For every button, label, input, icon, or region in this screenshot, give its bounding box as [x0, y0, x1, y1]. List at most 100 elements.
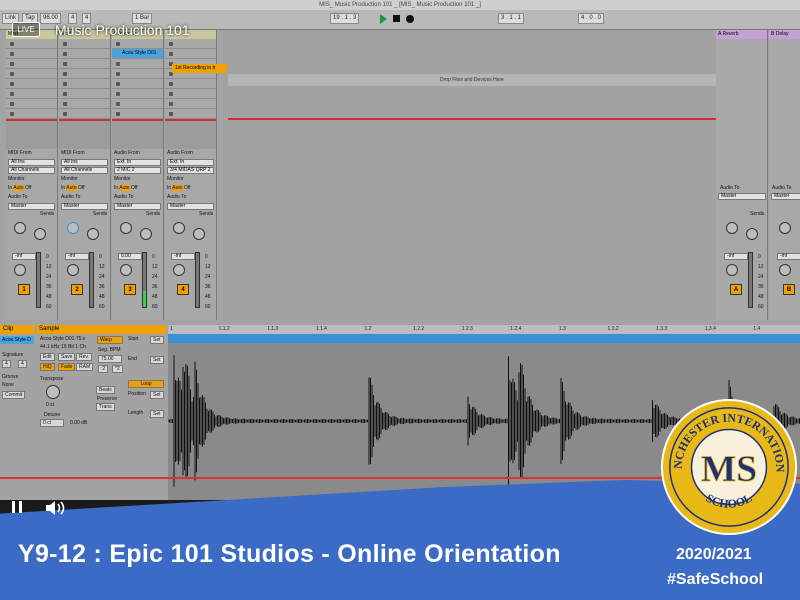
clip-stop-icon[interactable]: [169, 52, 173, 56]
clip-stop-icon[interactable]: [10, 52, 14, 56]
volume-field[interactable]: 0.00: [118, 253, 142, 260]
clip-stop-icon[interactable]: [63, 82, 67, 86]
pause-icon[interactable]: [10, 500, 24, 514]
monitor-off[interactable]: Off: [184, 185, 191, 191]
send-b-knob[interactable]: [193, 228, 205, 240]
monitor-in[interactable]: In: [8, 185, 12, 191]
return-header[interactable]: A Reverb: [716, 30, 767, 39]
clip-stop-icon[interactable]: [116, 82, 120, 86]
double-tempo-button[interactable]: *2: [112, 365, 123, 373]
commit-button[interactable]: Commit: [2, 391, 26, 399]
loop-brace[interactable]: [168, 334, 800, 343]
clip-stop-icon[interactable]: [169, 82, 173, 86]
monitor-off[interactable]: Off: [78, 185, 85, 191]
monitor-auto[interactable]: Auto: [119, 185, 130, 191]
loop-start-field[interactable]: 3 . 1 . 1: [498, 13, 525, 24]
timeline-ruler[interactable]: 1 1.1.2 1.1.3 1.1.4 1.2 1.2.2 1.2.3 1.2.4 1.3 1.3…: [168, 325, 800, 334]
save-button[interactable]: Save: [58, 353, 76, 361]
clip-stop-icon[interactable]: [169, 92, 173, 96]
clip-stop-icon[interactable]: [63, 112, 67, 116]
play-icon[interactable]: [380, 14, 387, 24]
volume-icon[interactable]: [45, 500, 67, 516]
clip-stop-icon[interactable]: [10, 42, 14, 46]
sample-tab[interactable]: Sample: [36, 325, 166, 334]
clip-acou-style[interactable]: Acou Style D01: [112, 49, 163, 59]
monitor-auto[interactable]: Auto: [13, 185, 24, 191]
clip-stop-icon[interactable]: [116, 92, 120, 96]
track-activator[interactable]: B: [783, 284, 795, 295]
monitor-auto[interactable]: Auto: [172, 185, 183, 191]
ram-button[interactable]: RAM: [76, 363, 94, 371]
clip-stop-icon[interactable]: [116, 42, 120, 46]
clip-stop-icon[interactable]: [116, 102, 120, 106]
position-field[interactable]: 19 . 1 . 3: [330, 13, 360, 24]
pan-knob[interactable]: [67, 264, 79, 276]
volume-field[interactable]: -Inf: [12, 253, 36, 260]
clip-stop-icon[interactable]: [63, 42, 67, 46]
clip-stop-icon[interactable]: [63, 72, 67, 76]
send-a-knob[interactable]: [779, 222, 791, 234]
clip-stop-icon[interactable]: [116, 72, 120, 76]
loop-button[interactable]: Loop: [128, 380, 164, 388]
clip-stop-icon[interactable]: [63, 52, 67, 56]
level-meter[interactable]: [142, 252, 147, 308]
loop-length-field[interactable]: 4 . 0 . 0: [578, 13, 605, 24]
track-activator[interactable]: 4: [177, 284, 189, 295]
input-type-select[interactable]: Ext. In: [114, 159, 161, 166]
clip-stop-icon[interactable]: [63, 102, 67, 106]
pan-knob[interactable]: [779, 264, 791, 276]
track-activator[interactable]: 3: [124, 284, 136, 295]
monitor-off[interactable]: Off: [131, 185, 138, 191]
return-b-output[interactable]: Master: [771, 193, 800, 200]
track-activator[interactable]: A: [730, 284, 742, 295]
warp-mode-select[interactable]: Beats: [96, 386, 115, 394]
reverse-button[interactable]: Rev.: [76, 353, 92, 361]
monitor-auto[interactable]: Auto: [66, 185, 77, 191]
edit-button[interactable]: Edit: [40, 353, 55, 361]
input-channel-select[interactable]: 3/4 MIDAS QRP 2: [167, 167, 214, 174]
clip-stop-icon[interactable]: [63, 92, 67, 96]
drop-zone[interactable]: Drop Files and Devices Here: [228, 74, 716, 86]
send-a-knob[interactable]: [14, 222, 26, 234]
clip-stop-icon[interactable]: [116, 112, 120, 116]
clip-stop-icon[interactable]: [116, 62, 120, 66]
level-meter[interactable]: [748, 252, 753, 308]
monitor-in[interactable]: In: [114, 185, 118, 191]
track-activator[interactable]: 1: [18, 284, 30, 295]
stop-icon[interactable]: [393, 15, 400, 22]
sig-denominator[interactable]: 4: [18, 360, 27, 368]
volume-field[interactable]: -Inf: [65, 253, 89, 260]
clip-stop-icon[interactable]: [63, 62, 67, 66]
input-type-select[interactable]: All Ins: [61, 159, 108, 166]
clip-tab[interactable]: Clip: [0, 325, 34, 334]
level-meter[interactable]: [89, 252, 94, 308]
hiq-button[interactable]: HiQ: [40, 363, 55, 371]
clip-stop-icon[interactable]: [169, 42, 173, 46]
warp-button[interactable]: Warp: [97, 336, 123, 344]
volume-field[interactable]: -Inf: [724, 253, 748, 260]
clip-stop-icon[interactable]: [169, 112, 173, 116]
send-a-knob[interactable]: [726, 222, 738, 234]
send-a-knob[interactable]: [120, 222, 132, 234]
record-icon[interactable]: [406, 15, 414, 23]
clip-stop-icon[interactable]: [10, 82, 14, 86]
preserve-select[interactable]: Trans: [96, 403, 115, 411]
groove-select[interactable]: None: [0, 381, 16, 390]
monitor-in[interactable]: In: [167, 185, 171, 191]
position-set-button[interactable]: Set: [150, 391, 164, 399]
clip-stop-icon[interactable]: [10, 72, 14, 76]
level-meter[interactable]: [195, 252, 200, 308]
pan-knob[interactable]: [14, 264, 26, 276]
half-tempo-button[interactable]: :2: [98, 365, 109, 373]
send-b-knob[interactable]: [34, 228, 46, 240]
transpose-knob[interactable]: [46, 385, 60, 399]
input-type-select[interactable]: All Ins: [8, 159, 55, 166]
return-a-output[interactable]: Master: [718, 193, 766, 200]
bpm-field[interactable]: 75.00: [98, 355, 122, 363]
input-channel-select[interactable]: All Channels: [61, 167, 108, 174]
pan-knob[interactable]: [726, 264, 738, 276]
level-meter[interactable]: [36, 252, 41, 308]
return-header[interactable]: B Delay: [769, 30, 800, 39]
send-a-knob[interactable]: [67, 222, 79, 234]
input-type-select[interactable]: Ext. In: [167, 159, 214, 166]
